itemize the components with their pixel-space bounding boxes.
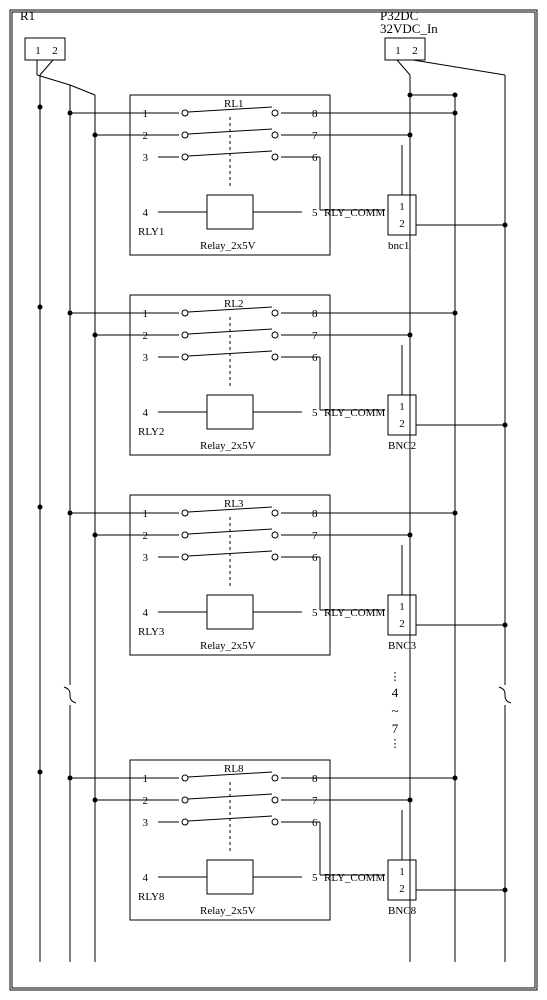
svg-text:Relay_2x5V: Relay_2x5V (200, 905, 256, 917)
svg-text:Relay_2x5V: Relay_2x5V (200, 640, 256, 652)
relay-RLY3: RL3 1 8 2 7 3 6 4 5 RLY_COMM RLY3 Relay_2x5V (130, 495, 385, 655)
svg-text:Relay_2x5V: Relay_2x5V (200, 440, 256, 452)
svg-text:3: 3 (143, 552, 149, 564)
svg-text:R1: R1 (20, 8, 35, 23)
svg-text:1: 1 (399, 201, 405, 213)
svg-text:5: 5 (312, 407, 318, 419)
svg-text:RLY8: RLY8 (138, 891, 165, 903)
svg-text:4: 4 (392, 685, 399, 700)
svg-text:2: 2 (412, 45, 418, 57)
svg-text:7: 7 (312, 795, 318, 807)
svg-text:3: 3 (143, 817, 149, 829)
svg-text:4: 4 (143, 207, 149, 219)
svg-text:5: 5 (312, 607, 318, 619)
svg-text:1: 1 (35, 45, 41, 57)
svg-text:RL2: RL2 (224, 298, 244, 310)
svg-text:BNC8: BNC8 (388, 905, 417, 917)
svg-text:2: 2 (399, 883, 405, 895)
svg-text:BNC3: BNC3 (388, 640, 417, 652)
svg-text:2: 2 (143, 130, 149, 142)
svg-text:~: ~ (391, 703, 398, 718)
schematic-root: R112P32DC32VDC_In12RL118273645RLY_COMMRL… (0, 0, 547, 1000)
relay-RLY2: RL2 1 8 2 7 3 6 4 5 RLY_COMM RLY2 Relay_2x5V (130, 295, 385, 455)
svg-text:6: 6 (312, 352, 318, 364)
svg-text:2: 2 (399, 618, 405, 630)
svg-text:8: 8 (312, 308, 318, 320)
svg-text:6: 6 (312, 552, 318, 564)
svg-text:RLY1: RLY1 (138, 226, 164, 238)
svg-text:5: 5 (312, 207, 318, 219)
svg-text:1: 1 (395, 45, 401, 57)
svg-text:RL8: RL8 (224, 763, 244, 775)
svg-text:RL1: RL1 (224, 98, 244, 110)
svg-text:⋮: ⋮ (390, 671, 401, 683)
svg-text:8: 8 (312, 508, 318, 520)
svg-text:8: 8 (312, 773, 318, 785)
relay-RLY8: RL8 1 8 2 7 3 6 4 5 RLY_COMM RLY8 Relay_2x5V (130, 760, 385, 920)
svg-text:2: 2 (143, 795, 149, 807)
svg-text:bnc1: bnc1 (388, 240, 409, 252)
svg-text:7: 7 (392, 721, 399, 736)
relay-RLY1: RL1 1 8 2 7 3 6 4 5 RLY_COMM RLY1 Relay_2x5V (130, 95, 385, 255)
svg-text:2: 2 (399, 218, 405, 230)
svg-text:1: 1 (143, 508, 149, 520)
svg-text:32VDC_In: 32VDC_In (380, 21, 438, 36)
svg-text:⋮: ⋮ (390, 738, 401, 750)
svg-text:1: 1 (399, 866, 405, 878)
svg-text:2: 2 (399, 418, 405, 430)
svg-text:1: 1 (143, 773, 149, 785)
svg-text:2: 2 (52, 45, 58, 57)
svg-text:4: 4 (143, 407, 149, 419)
svg-text:1: 1 (143, 308, 149, 320)
svg-text:RLY3: RLY3 (138, 626, 165, 638)
svg-text:RLY_COMM: RLY_COMM (324, 607, 385, 619)
svg-text:RLY_COMM: RLY_COMM (324, 872, 385, 884)
svg-text:7: 7 (312, 130, 318, 142)
svg-text:4: 4 (143, 607, 149, 619)
svg-text:3: 3 (143, 352, 149, 364)
svg-text:2: 2 (143, 330, 149, 342)
svg-text:8: 8 (312, 108, 318, 120)
svg-text:1: 1 (143, 108, 149, 120)
svg-text:BNC2: BNC2 (388, 440, 416, 452)
svg-text:2: 2 (143, 530, 149, 542)
svg-text:3: 3 (143, 152, 149, 164)
svg-text:RL3: RL3 (224, 498, 244, 510)
svg-text:6: 6 (312, 817, 318, 829)
svg-text:RLY_COMM: RLY_COMM (324, 407, 385, 419)
svg-text:1: 1 (399, 401, 405, 413)
svg-text:5: 5 (312, 872, 318, 884)
svg-text:Relay_2x5V: Relay_2x5V (200, 240, 256, 252)
svg-text:4: 4 (143, 872, 149, 884)
svg-text:1: 1 (399, 601, 405, 613)
svg-text:7: 7 (312, 530, 318, 542)
svg-text:7: 7 (312, 330, 318, 342)
svg-text:RLY2: RLY2 (138, 426, 164, 438)
svg-text:6: 6 (312, 152, 318, 164)
svg-text:RLY_COMM: RLY_COMM (324, 207, 385, 219)
